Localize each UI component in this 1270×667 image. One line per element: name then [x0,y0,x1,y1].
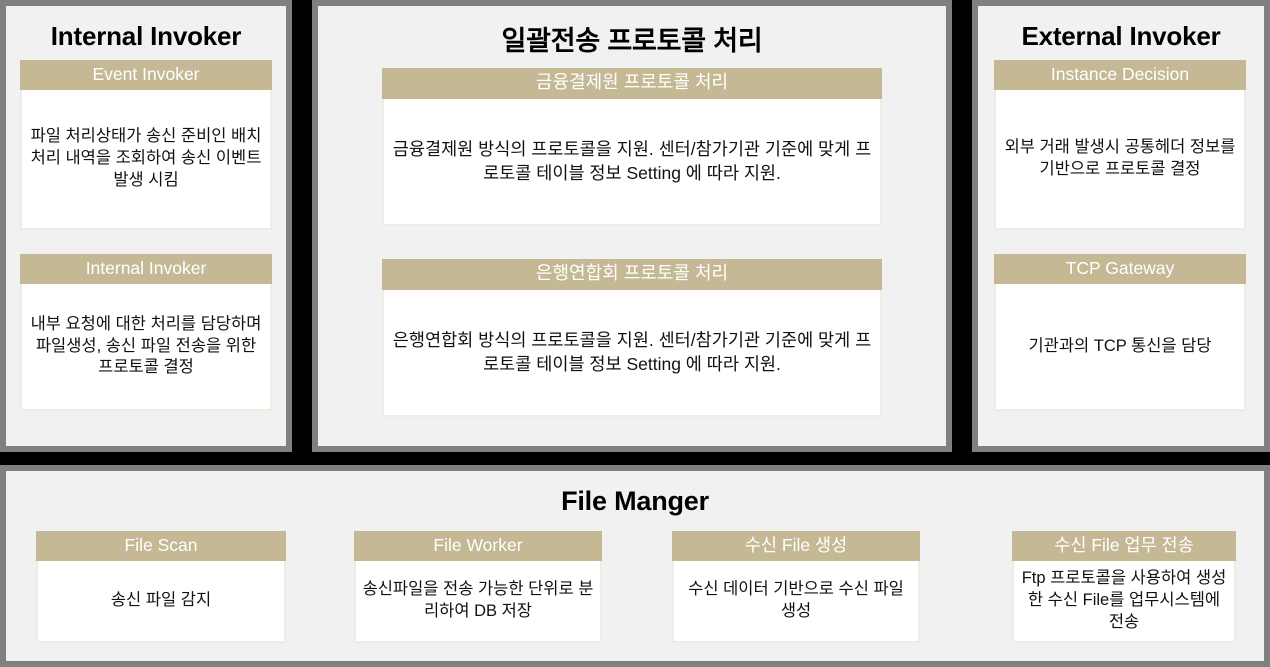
panel-batch-protocol: 일괄전송 프로토콜 처리 금융결제원 프로토콜 처리 금융결제원 방식의 프로토… [312,0,952,452]
card-body-receive-file-create: 수신 데이터 기반으로 수신 파일 생성 [672,561,920,643]
card-text-event-invoker: 파일 처리상태가 송신 준비인 배치 처리 내역을 조회하여 송신 이벤트 발생… [30,127,262,189]
card-header-receive-file-create: 수신 File 생성 [672,531,920,561]
card-text-kfb-protocol: 은행연합회 방식의 프로토콜을 지원. 센터/참가기관 기준에 맞게 프로토콜 … [392,330,872,374]
panel-title-file-manger: File Manger [561,486,709,516]
card-body-kfb-protocol: 은행연합회 방식의 프로토콜을 지원. 센터/참가기관 기준에 맞게 프로토콜 … [382,290,882,417]
panel-title-external-invoker: External Invoker [1021,21,1221,51]
card-file-worker[interactable]: File Worker 송신파일을 전송 가능한 단위로 분리하여 DB 저장 [354,531,602,643]
card-kftc-protocol[interactable]: 금융결제원 프로토콜 처리 금융결제원 방식의 프로토콜을 지원. 센터/참가기… [382,68,882,226]
card-kfb-protocol[interactable]: 은행연합회 프로토콜 처리 은행연합회 방식의 프로토콜을 지원. 센터/참가기… [382,259,882,417]
card-header-kfb-protocol: 은행연합회 프로토콜 처리 [382,259,882,290]
card-text-file-worker: 송신파일을 전송 가능한 단위로 분리하여 DB 저장 [362,580,594,620]
card-body-internal-invoker: 내부 요청에 대한 처리를 담당하며 파일생성, 송신 파일 전송을 위한 프로… [20,284,272,411]
card-header-event-invoker: Event Invoker [20,60,272,90]
card-text-instance-decision: 외부 거래 발생시 공통헤더 정보를 기반으로 프로토콜 결정 [1004,138,1236,178]
card-internal-invoker[interactable]: Internal Invoker 내부 요청에 대한 처리를 담당하며 파일생성… [20,254,272,411]
card-body-kftc-protocol: 금융결제원 방식의 프로토콜을 지원. 센터/참가기관 기준에 맞게 프로토콜 … [382,99,882,226]
diagram-canvas: Internal Invoker Event Invoker 파일 처리상태가 … [0,0,1270,667]
card-receive-file-create[interactable]: 수신 File 생성 수신 데이터 기반으로 수신 파일 생성 [672,531,920,643]
card-file-scan[interactable]: File Scan 송신 파일 감지 [36,531,286,643]
card-header-receive-file-send: 수신 File 업무 전송 [1012,531,1236,561]
card-header-file-scan: File Scan [36,531,286,561]
panel-internal-invoker: Internal Invoker Event Invoker 파일 처리상태가 … [0,0,292,452]
card-text-file-scan: 송신 파일 감지 [110,591,212,610]
card-header-file-worker: File Worker [354,531,602,561]
card-header-kftc-protocol: 금융결제원 프로토콜 처리 [382,68,882,99]
card-text-receive-file-send: Ftp 프로토콜을 사용하여 생성한 수신 File를 업무시스템에 전송 [1021,569,1227,631]
panel-title-internal-invoker: Internal Invoker [50,21,242,51]
card-text-tcp-gateway: 기관과의 TCP 통신을 담당 [1028,336,1212,355]
card-body-file-worker: 송신파일을 전송 가능한 단위로 분리하여 DB 저장 [354,561,602,643]
card-header-tcp-gateway: TCP Gateway [994,254,1246,284]
panel-file-manger: File Manger File Scan 송신 파일 감지 File Work… [0,465,1270,667]
card-body-tcp-gateway: 기관과의 TCP 통신을 담당 [994,284,1246,411]
panel-title-batch-protocol: 일괄전송 프로토콜 처리 [501,26,763,56]
card-text-kftc-protocol: 금융결제원 방식의 프로토콜을 지원. 센터/참가기관 기준에 맞게 프로토콜 … [392,139,872,183]
card-header-internal-invoker: Internal Invoker [20,254,272,284]
card-body-instance-decision: 외부 거래 발생시 공통헤더 정보를 기반으로 프로토콜 결정 [994,90,1246,230]
card-text-receive-file-create: 수신 데이터 기반으로 수신 파일 생성 [688,580,904,620]
card-body-receive-file-send: Ftp 프로토콜을 사용하여 생성한 수신 File를 업무시스템에 전송 [1012,561,1236,643]
panel-external-invoker: External Invoker Instance Decision 외부 거래… [972,0,1270,452]
card-receive-file-send[interactable]: 수신 File 업무 전송 Ftp 프로토콜을 사용하여 생성한 수신 File… [1012,531,1236,643]
card-body-file-scan: 송신 파일 감지 [36,561,286,643]
card-event-invoker[interactable]: Event Invoker 파일 처리상태가 송신 준비인 배치 처리 내역을 … [20,60,272,230]
card-body-event-invoker: 파일 처리상태가 송신 준비인 배치 처리 내역을 조회하여 송신 이벤트 발생… [20,90,272,230]
card-text-internal-invoker: 내부 요청에 대한 처리를 담당하며 파일생성, 송신 파일 전송을 위한 프로… [30,314,262,377]
card-header-instance-decision: Instance Decision [994,60,1246,90]
card-tcp-gateway[interactable]: TCP Gateway 기관과의 TCP 통신을 담당 [994,254,1246,411]
card-instance-decision[interactable]: Instance Decision 외부 거래 발생시 공통헤더 정보를 기반으… [994,60,1246,230]
